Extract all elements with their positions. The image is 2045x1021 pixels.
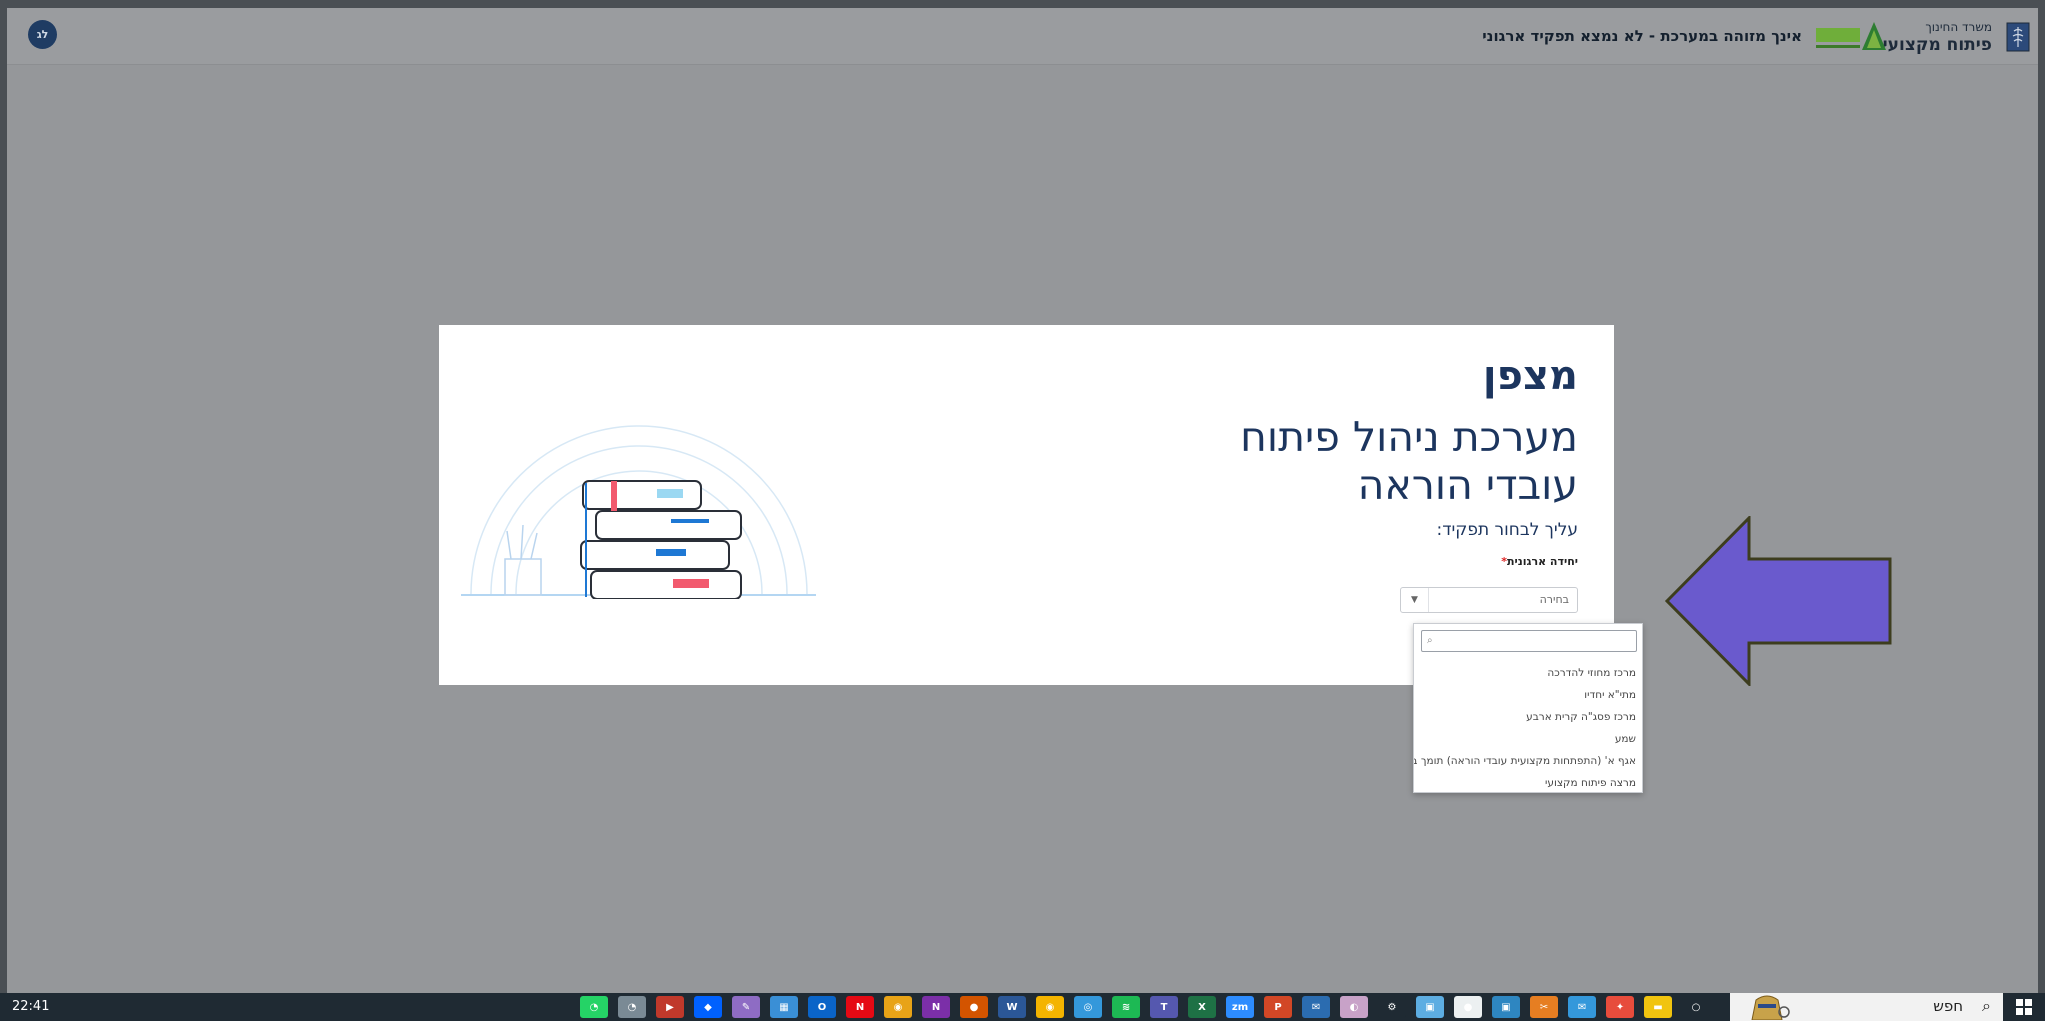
ministry-emblem-icon <box>2006 22 2030 52</box>
powerpoint-icon[interactable]: P <box>1264 996 1292 1018</box>
taskbar-search-box[interactable]: ⌕ חפש <box>1730 993 2003 1021</box>
app-icon-tools[interactable]: ✂ <box>1530 996 1558 1018</box>
org-unit-select-value: בחירה <box>1539 593 1569 606</box>
system-name: פיתוח מקצועי <box>1882 35 1992 55</box>
teams-icon[interactable]: T <box>1150 996 1178 1018</box>
mitzpen-logo-icon <box>1816 22 1886 50</box>
dropdown-option[interactable]: מרכז פסג"ה קרית ארבע <box>1414 706 1642 728</box>
ministry-name: משרד החינוך <box>1925 20 1992 34</box>
mail-icon[interactable]: ✉ <box>1302 996 1330 1018</box>
app-icon-orange[interactable]: ● <box>960 996 988 1018</box>
user-avatar[interactable]: לג <box>28 20 57 49</box>
windows-taskbar: ⌕ חפש ◔ ◔ ▶ ◆ ✎ ▦ O N ◉ N ● W ◉ ◎ ≋ T Xzm P ✉ ◐ ⚙ ▣ ● ▣ ✂ ✉ ✦ ▬ ○ 22… <box>0 993 2045 1021</box>
dropdown-option[interactable]: שמע <box>1414 728 1642 750</box>
dropbox-icon[interactable]: ◆ <box>694 996 722 1018</box>
org-unit-dropdown: ⌕ מרכז מחוזי להדרכה מתי"א יחדיו מרכז פסג… <box>1413 623 1643 793</box>
app-icon-colorful[interactable]: ✦ <box>1606 996 1634 1018</box>
search-icon: ⌕ <box>1427 635 1433 646</box>
onenote-icon[interactable]: N <box>922 996 950 1018</box>
page-title: מערכת ניהול פיתוח עובדי הוראה <box>1018 413 1578 509</box>
record-icon[interactable]: ● <box>1454 996 1482 1018</box>
app-header: משרד החינוך פיתוח מקצועי אינך מזוהה במער… <box>7 8 2038 65</box>
search-icon: ⌕ <box>1982 996 1991 1015</box>
org-unit-label: יחידה ארגונית* <box>1501 555 1578 568</box>
dropdown-options: מרכז מחוזי להדרכה מתי"א יחדיו מרכז פסג"ה… <box>1414 662 1642 794</box>
media-player-icon[interactable]: ▶ <box>656 996 684 1018</box>
dropdown-option[interactable]: מתי"א יחדיו <box>1414 684 1642 706</box>
whatsapp-icon[interactable]: ◔ <box>580 996 608 1018</box>
eraser-icon[interactable]: ◐ <box>1340 996 1368 1018</box>
file-explorer-icon[interactable]: ▬ <box>1644 996 1672 1018</box>
feather-icon[interactable]: ✎ <box>732 996 760 1018</box>
word-icon[interactable]: W <box>998 996 1026 1018</box>
spotify-icon[interactable]: ≋ <box>1112 996 1140 1018</box>
cortana-icon[interactable]: ○ <box>1682 996 1710 1018</box>
control-panel-icon[interactable]: ▦ <box>770 996 798 1018</box>
search-highlight-icon <box>1751 995 1790 1020</box>
identification-status: אינך מזוהה במערכת - לא נמצא תפקיד ארגוני <box>1482 27 1802 45</box>
settings-icon[interactable]: ⚙ <box>1378 996 1406 1018</box>
chrome-icon[interactable]: ◉ <box>884 996 912 1018</box>
books-illustration-icon <box>461 425 816 599</box>
app-icon-lightblue[interactable]: ▣ <box>1416 996 1444 1018</box>
taskbar-clock: 22:41 <box>12 999 50 1014</box>
title-line-1: מערכת ניהול פיתוח <box>1240 413 1578 461</box>
dropdown-search-input[interactable]: ⌕ <box>1421 630 1637 652</box>
dropdown-option[interactable]: מרצה פיתוח מקצועי <box>1414 772 1642 794</box>
app-icon-blue[interactable]: ◎ <box>1074 996 1102 1018</box>
zoom-icon[interactable]: zm <box>1226 996 1254 1018</box>
windows-logo-icon <box>2016 999 2032 1015</box>
windows-start-button[interactable] <box>2003 993 2045 1021</box>
mail-app-icon[interactable]: ✉ <box>1568 996 1596 1018</box>
dropdown-option[interactable]: אגף א' (התפתחות מקצועית עובדי הוראה) תומ… <box>1414 750 1642 772</box>
dropdown-option[interactable]: מרכז מחוזי להדרכה <box>1414 662 1642 684</box>
app-icon-window[interactable]: ▣ <box>1492 996 1520 1018</box>
pointer-arrow-icon <box>1665 516 1892 686</box>
title-line-2: עובדי הוראה <box>1357 461 1578 509</box>
outlook-icon[interactable]: O <box>808 996 836 1018</box>
org-unit-select[interactable]: בחירה ▼ <box>1400 587 1578 613</box>
excel-icon[interactable]: X <box>1188 996 1216 1018</box>
choose-role-subtitle: עליך לבחור תפקיד: <box>1436 520 1578 540</box>
taskbar-app-icons: ◔ ◔ ▶ ◆ ✎ ▦ O N ◉ N ● W ◉ ◎ ≋ T Xzm P ✉ ◐ ⚙ ▣ ● ▣ ✂ ✉ ✦ ▬ ○ <box>575 993 1715 1021</box>
ministry-title: משרד החינוך פיתוח מקצועי <box>1883 20 1992 55</box>
whatsapp-business-icon[interactable]: ◔ <box>618 996 646 1018</box>
netflix-icon[interactable]: N <box>846 996 874 1018</box>
card-brand: מצפן <box>1482 353 1578 399</box>
browser-viewport: משרד החינוך פיתוח מקצועי אינך מזוהה במער… <box>7 8 2038 993</box>
chevron-down-icon[interactable]: ▼ <box>1401 588 1429 612</box>
org-unit-label-text: יחידה ארגונית <box>1507 555 1578 568</box>
taskbar-search-label: חפש <box>1933 997 1963 1015</box>
chrome-active-icon[interactable]: ◉ <box>1036 996 1064 1018</box>
